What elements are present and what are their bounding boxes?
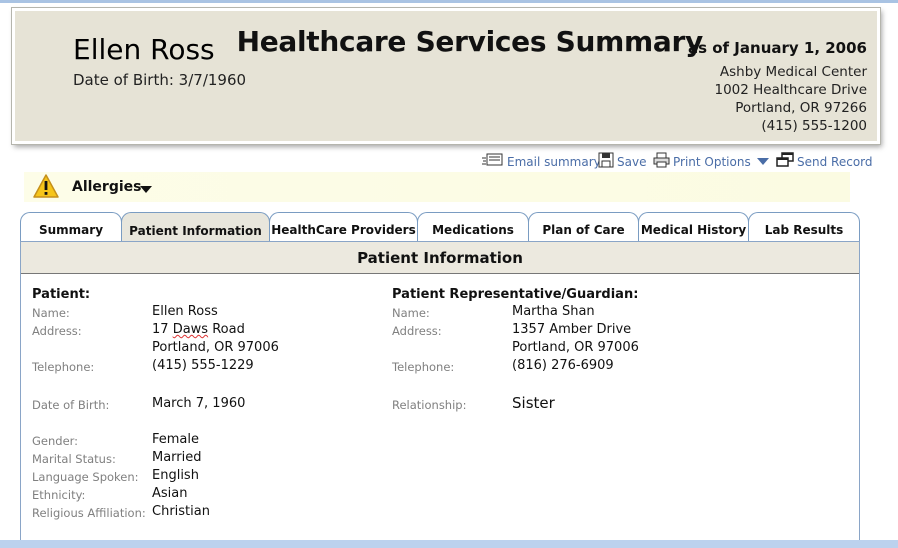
tab-medications[interactable]: Medications [417,212,529,241]
patient-name-value: Ellen Ross [152,304,218,319]
patient-language-label: Language Spoken: [32,470,139,484]
patient-name: Ellen Ross [73,33,215,66]
save-button[interactable]: Save [598,152,646,171]
page-title: Healthcare Services Summary [236,25,704,58]
facility-address: Ashby Medical Center 1002 Healthcare Dri… [714,63,867,135]
facility-phone: (415) 555-1200 [761,118,867,134]
patient-address-street: 17 Daws Road [152,322,245,337]
patient-address-city: Portland, OR 97006 [152,340,279,355]
patient-telephone-label: Telephone: [32,360,95,374]
send-record-label: Send Record [797,154,873,169]
guardian-address-label: Address: [392,324,442,338]
send-window-icon [776,152,794,171]
printer-icon [653,152,670,171]
guardian-name-label: Name: [392,306,430,320]
save-disk-icon [598,152,614,171]
patient-language-value: English [152,468,199,483]
street-number: 17 [152,322,169,337]
patient-telephone-value: (415) 555-1229 [152,358,254,373]
tab-healthcare-providers[interactable]: HealthCare Providers [269,212,418,241]
email-summary-label: Email summary [507,154,601,169]
patient-name-label: Name: [32,306,70,320]
patient-dob-value: March 7, 1960 [152,396,246,411]
guardian-relationship-label: Relationship: [392,398,467,412]
street-suffix: Road [212,322,245,337]
patient-address-label: Address: [32,324,82,338]
allergies-label: Allergies [72,179,142,195]
patient-ethnicity-value: Asian [152,486,188,501]
action-toolbar: Email summary Save Print Options Send Re… [0,152,898,172]
guardian-telephone-label: Telephone: [392,360,455,374]
patient-marital-value: Married [152,450,202,465]
tab-summary[interactable]: Summary [20,212,122,241]
warning-icon [32,173,60,199]
summary-header: Ellen Ross Date of Birth: 3/7/1960 Healt… [11,7,881,145]
tab-patient-information[interactable]: Patient Information [121,212,270,243]
allergies-bar[interactable]: Allergies [24,172,850,202]
patient-dob: Date of Birth: 3/7/1960 [73,71,247,89]
guardian-name-value: Martha Shan [512,304,595,319]
window-top-border [0,0,898,3]
facility-name: Ashby Medical Center [719,64,867,80]
print-options-button[interactable]: Print Options [653,152,769,171]
patient-ethnicity-label: Ethnicity: [32,488,86,502]
chevron-down-icon [756,158,769,165]
guardian-address-street: 1357 Amber Drive [512,322,632,337]
email-icon [482,152,504,171]
save-label: Save [617,154,647,169]
patient-marital-label: Marital Status: [32,452,116,466]
patient-gender-label: Gender: [32,434,79,448]
tab-lab-results[interactable]: Lab Results [748,212,860,241]
patient-dob-label: Date of Birth: [32,398,110,412]
patient-religion-value: Christian [152,504,210,519]
patient-information-panel: Patient Information Patient: Name: Ellen… [20,241,860,541]
facility-street: 1002 Healthcare Drive [714,82,867,98]
guardian-address-city: Portland, OR 97006 [512,340,639,355]
patient-religion-label: Religious Affiliation: [32,506,146,520]
caret-down-icon[interactable] [140,186,152,193]
panel-title: Patient Information [21,242,859,274]
tab-plan-of-care[interactable]: Plan of Care [528,212,639,241]
guardian-heading: Patient Representative/Guardian: [392,287,639,302]
send-record-button[interactable]: Send Record [776,152,873,171]
tab-medical-history[interactable]: Medical History [638,212,749,241]
guardian-relationship-value: Sister [512,394,555,412]
patient-heading: Patient: [32,287,91,302]
facility-city: Portland, OR 97266 [735,100,867,116]
print-options-label: Print Options [673,154,751,169]
guardian-telephone-value: (816) 276-6909 [512,358,614,373]
as-of-date: as of January 1, 2006 [687,39,867,57]
street-name-spellcheck: Daws [172,322,209,337]
tab-bar: Summary Patient Information HealthCare P… [20,212,860,243]
patient-gender-value: Female [152,432,200,447]
email-summary-button[interactable]: Email summary [482,152,601,171]
window-bottom-border [0,540,898,548]
